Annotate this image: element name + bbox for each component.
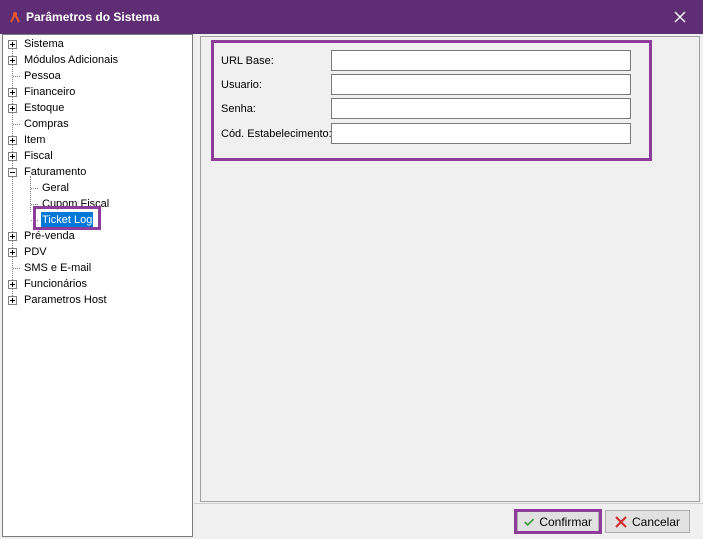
close-button[interactable] <box>657 0 703 34</box>
tree-item-label: Módulos Adicionais <box>24 54 119 66</box>
tree-item-label: Funcionários <box>24 278 87 290</box>
tree-item-parametros-host[interactable]: Parametros Host <box>3 292 192 308</box>
tree-item-compras[interactable]: Compras <box>3 116 192 132</box>
cancelar-label: Cancelar <box>631 514 681 529</box>
tree-item-label: Pré-venda <box>24 230 75 242</box>
tree-connector <box>31 188 38 189</box>
tree-connector <box>13 268 20 269</box>
expand-icon[interactable] <box>8 88 17 97</box>
tree-item-label: Pessoa <box>24 70 61 82</box>
tool-icon <box>10 11 20 23</box>
tree-item-label: Financeiro <box>24 86 76 98</box>
footer-divider <box>194 503 703 504</box>
tree-item-sistema[interactable]: Sistema <box>3 36 192 52</box>
expand-icon[interactable] <box>8 280 17 289</box>
confirm-highlight <box>514 509 602 534</box>
tree-item-label: SMS e E-mail <box>24 262 92 274</box>
title-bar[interactable]: Parâmetros do Sistema <box>0 0 703 34</box>
tree-item-pdv[interactable]: PDV <box>3 244 192 260</box>
tree-item-estoque[interactable]: Estoque <box>3 100 192 116</box>
expand-icon[interactable] <box>8 296 17 305</box>
expand-icon[interactable] <box>8 248 17 257</box>
tree-connector <box>13 76 20 77</box>
x-icon <box>615 515 627 528</box>
tree-item-modulos-adicionais[interactable]: Módulos Adicionais <box>3 52 192 68</box>
expand-icon[interactable] <box>8 40 17 49</box>
tree-item-pessoa[interactable]: Pessoa <box>3 68 192 84</box>
selection-highlight <box>33 206 101 230</box>
tree-item-financeiro[interactable]: Financeiro <box>3 84 192 100</box>
tree-item-funcionarios[interactable]: Funcionários <box>3 276 192 292</box>
window-title: Parâmetros do Sistema <box>26 10 160 24</box>
expand-icon[interactable] <box>8 104 17 113</box>
tree-item-label: Compras <box>24 118 69 130</box>
cancelar-button[interactable]: Cancelar <box>605 510 690 533</box>
tree-item-label: Faturamento <box>24 166 87 178</box>
tree-item-label: Parametros Host <box>24 294 107 306</box>
tree-item-label: Item <box>24 134 46 146</box>
settings-tree[interactable]: Sistema Módulos Adicionais Pessoa Financeir… <box>2 34 193 537</box>
tree-item-label: Fiscal <box>24 150 53 162</box>
tree-item-geral[interactable]: Geral <box>3 180 192 196</box>
close-icon <box>674 11 686 23</box>
expand-icon[interactable] <box>8 136 17 145</box>
dialog-window: Parâmetros do Sistema Sistema Módulos Adi… <box>0 0 703 539</box>
tree-item-item[interactable]: Item <box>3 132 192 148</box>
collapse-icon[interactable] <box>8 168 17 177</box>
expand-icon[interactable] <box>8 152 17 161</box>
expand-icon[interactable] <box>8 56 17 65</box>
form-highlight <box>211 40 652 161</box>
tree-item-pre-venda[interactable]: Pré-venda <box>3 228 192 244</box>
tree-item-sms-e-e-mail[interactable]: SMS e E-mail <box>3 260 192 276</box>
tree-item-label: PDV <box>24 246 47 258</box>
tree-item-label: Geral <box>42 182 69 194</box>
tree-item-label: Estoque <box>24 102 65 114</box>
tree-item-fiscal[interactable]: Fiscal <box>3 148 192 164</box>
expand-icon[interactable] <box>8 232 17 241</box>
tree-connector <box>31 204 38 205</box>
tree-connector <box>13 124 20 125</box>
tree-item-faturamento[interactable]: Faturamento <box>3 164 192 180</box>
tree-item-label: Sistema <box>24 38 64 50</box>
